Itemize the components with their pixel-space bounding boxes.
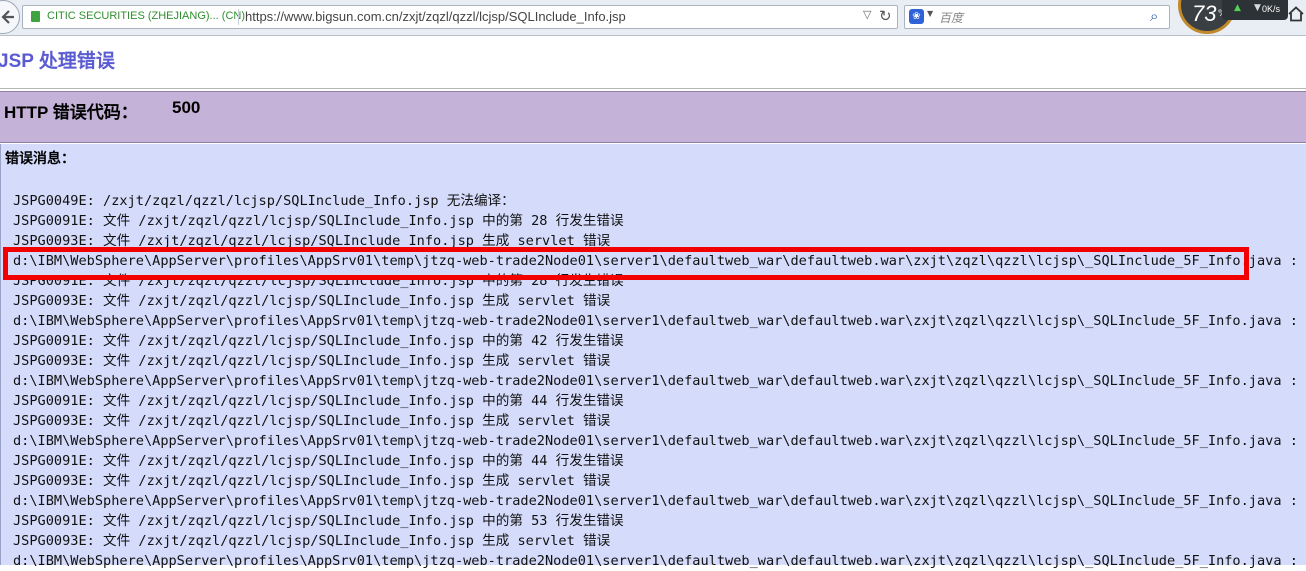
log-line: JSPG0093E: 文件 /zxjt/zqzl/qzzl/lcjsp/SQLI… <box>13 533 611 549</box>
log-line: d:\IBM\WebSphere\AppServer\profiles\AppS… <box>13 553 1306 569</box>
back-arrow-icon <box>1 10 14 24</box>
log-line: JSPG0093E: 文件 /zxjt/zqzl/qzzl/lcjsp/SQLI… <box>13 353 611 369</box>
error-code-panel: HTTP 错误代码： 500 <box>0 91 1306 143</box>
paw-icon[interactable]: ❀ <box>909 9 924 24</box>
log-line: d:\IBM\WebSphere\AppServer\profiles\AppS… <box>13 373 1306 389</box>
title-divider <box>0 88 1306 89</box>
lock-icon[interactable] <box>31 11 40 22</box>
error-code-label: HTTP 错误代码： <box>4 103 138 122</box>
url-text[interactable]: https://www.bigsun.com.cn/zxjt/zqzl/qzzl… <box>245 9 626 24</box>
log-line: JSPG0049E: /zxjt/zqzl/qzzl/lcjsp/SQLIncl… <box>13 193 515 209</box>
reload-icon[interactable]: ↻ <box>879 7 892 25</box>
log-line: d:\IBM\WebSphere\AppServer\profiles\AppS… <box>13 313 1306 329</box>
error-code-value: 500 <box>172 98 201 117</box>
log-line: JSPG0093E: 文件 /zxjt/zqzl/qzzl/lcjsp/SQLI… <box>13 413 611 429</box>
site-identity[interactable]: CITIC SECURITIES (ZHEJIANG)... (CN) <box>47 10 245 22</box>
log-line: JSPG0093E: 文件 /zxjt/zqzl/qzzl/lcjsp/SQLI… <box>13 473 611 489</box>
log-line: JSPG0091E: 文件 /zxjt/zqzl/qzzl/lcjsp/SQLI… <box>13 453 624 469</box>
log-line: JSPG0093E: 文件 /zxjt/zqzl/qzzl/lcjsp/SQLI… <box>13 293 611 309</box>
error-message-panel: 错误消息： JSPG0049E: /zxjt/zqzl/qzzl/lcjsp/S… <box>0 144 1306 569</box>
upload-arrow-icon: ▲ <box>1234 3 1241 13</box>
browser-toolbar: CITIC SECURITIES (ZHEJIANG)... (CN) http… <box>0 0 1306 36</box>
log-line: JSPG0093E: 文件 /zxjt/zqzl/qzzl/lcjsp/SQLI… <box>13 233 611 249</box>
net-rate: 0K/s <box>1262 4 1281 14</box>
home-icon[interactable] <box>1288 6 1304 22</box>
chevron-down-icon[interactable]: ▼ <box>927 9 933 18</box>
back-button[interactable] <box>0 0 20 34</box>
log-line: JSPG0091E: 文件 /zxjt/zqzl/qzzl/lcjsp/SQLI… <box>13 393 624 409</box>
network-speed-panel: ▲ ▼ 0K/s <box>1222 0 1288 20</box>
widget-percent: 73 <box>1192 1 1217 26</box>
error-message-label: 错误消息： <box>5 150 75 166</box>
log-line: JSPG0091E: 文件 /zxjt/zqzl/qzzl/lcjsp/SQLI… <box>13 273 624 289</box>
search-icon[interactable]: ⌕ <box>1150 7 1158 25</box>
address-bar[interactable]: CITIC SECURITIES (ZHEJIANG)... (CN) http… <box>22 5 898 29</box>
dropdown-arrow-icon[interactable]: ▽ <box>863 8 871 21</box>
download-arrow-icon: ▼ <box>1254 3 1261 13</box>
log-line: d:\IBM\WebSphere\AppServer\profiles\AppS… <box>13 253 1306 269</box>
page-title: JSP 处理错误 <box>0 51 115 72</box>
search-input[interactable]: 百度 <box>939 9 963 26</box>
error-log: JSPG0049E: /zxjt/zqzl/qzzl/lcjsp/SQLIncl… <box>13 191 1306 571</box>
url-separator <box>238 9 239 25</box>
log-line: JSPG0091E: 文件 /zxjt/zqzl/qzzl/lcjsp/SQLI… <box>13 333 624 349</box>
log-line: d:\IBM\WebSphere\AppServer\profiles\AppS… <box>13 433 1306 449</box>
search-bar[interactable]: ❀ ▼ 百度 ⌕ <box>904 5 1170 29</box>
log-line: JSPG0091E: 文件 /zxjt/zqzl/qzzl/lcjsp/SQLI… <box>13 213 624 229</box>
log-line: d:\IBM\WebSphere\AppServer\profiles\AppS… <box>13 493 1306 509</box>
log-line: JSPG0091E: 文件 /zxjt/zqzl/qzzl/lcjsp/SQLI… <box>13 513 624 529</box>
